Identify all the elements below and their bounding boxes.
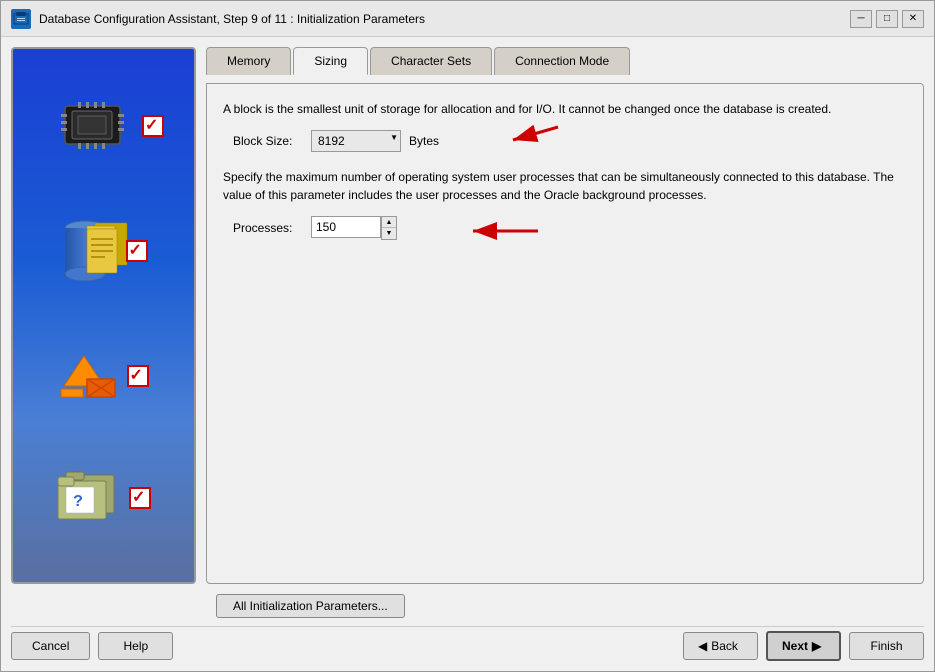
window-title: Database Configuration Assistant, Step 9… bbox=[39, 12, 842, 26]
main-window: Database Configuration Assistant, Step 9… bbox=[0, 0, 935, 672]
file-stack-icon bbox=[85, 221, 130, 284]
app-icon bbox=[11, 9, 31, 29]
tab-connection-mode[interactable]: Connection Mode bbox=[494, 47, 630, 75]
files-illustration bbox=[60, 216, 110, 286]
title-bar: Database Configuration Assistant, Step 9… bbox=[1, 1, 934, 37]
checkbox-2[interactable] bbox=[126, 240, 148, 262]
cancel-button[interactable]: Cancel bbox=[11, 632, 90, 660]
maximize-button[interactable]: □ bbox=[876, 10, 898, 28]
tab-character-sets[interactable]: Character Sets bbox=[370, 47, 492, 75]
processes-spinner: ▲ ▼ bbox=[381, 216, 397, 240]
processes-increment[interactable]: ▲ bbox=[382, 217, 396, 228]
bottom-area: All Initialization Parameters... Cancel … bbox=[1, 594, 934, 671]
all-init-params-button[interactable]: All Initialization Parameters... bbox=[216, 594, 405, 618]
next-button[interactable]: Next ▶ bbox=[766, 631, 841, 661]
block-size-row: Block Size: 8192 4096 16384 32768 Bytes bbox=[223, 130, 907, 152]
block-size-arrow bbox=[483, 122, 563, 157]
left-item-folder: ? bbox=[56, 467, 151, 530]
close-button[interactable]: ✕ bbox=[902, 10, 924, 28]
block-size-section: A block is the smallest unit of storage … bbox=[223, 100, 907, 152]
checkbox-4[interactable] bbox=[129, 487, 151, 509]
right-panel: Memory Sizing Character Sets Connection … bbox=[206, 47, 924, 584]
next-label: Next bbox=[782, 639, 808, 653]
svg-text:?: ? bbox=[73, 493, 83, 510]
left-item-chip bbox=[23, 101, 184, 151]
block-size-select-wrapper: 8192 4096 16384 32768 bbox=[311, 130, 401, 152]
processes-row: Processes: 150 ▲ ▼ bbox=[223, 216, 907, 240]
back-button[interactable]: ◀ Back bbox=[683, 632, 758, 660]
checkbox-3[interactable] bbox=[127, 365, 149, 387]
window-controls: ─ □ ✕ bbox=[850, 10, 924, 28]
folder-illustration: ? bbox=[56, 467, 121, 530]
back-chevron-icon: ◀ bbox=[698, 639, 707, 653]
processes-section: Specify the maximum number of operating … bbox=[223, 168, 907, 240]
chip-illustration bbox=[60, 101, 130, 151]
shapes-illustration bbox=[59, 351, 119, 402]
left-panel: ? bbox=[11, 47, 196, 584]
processes-description: Specify the maximum number of operating … bbox=[223, 168, 907, 204]
left-buttons: Cancel Help bbox=[11, 632, 173, 660]
next-chevron-icon: ▶ bbox=[812, 639, 821, 653]
block-size-label: Block Size: bbox=[233, 134, 303, 148]
tab-sizing[interactable]: Sizing bbox=[293, 47, 368, 75]
block-size-description: A block is the smallest unit of storage … bbox=[223, 100, 907, 118]
minimize-button[interactable]: ─ bbox=[850, 10, 872, 28]
left-item-files bbox=[60, 216, 148, 286]
processes-arrow bbox=[443, 216, 543, 246]
processes-decrement[interactable]: ▼ bbox=[382, 228, 396, 239]
init-params-container: All Initialization Parameters... bbox=[11, 594, 924, 618]
processes-label: Processes: bbox=[233, 221, 303, 235]
processes-input-group: 150 ▲ ▼ bbox=[311, 216, 397, 240]
bytes-label: Bytes bbox=[409, 134, 439, 148]
finish-button[interactable]: Finish bbox=[849, 632, 924, 660]
checkbox-1[interactable] bbox=[142, 115, 164, 137]
button-bar: Cancel Help ◀ Back Next ▶ Finish bbox=[11, 626, 924, 661]
back-label: Back bbox=[711, 639, 738, 653]
sizing-content-panel: A block is the smallest unit of storage … bbox=[206, 83, 924, 584]
help-button[interactable]: Help bbox=[98, 632, 173, 660]
main-content: ? Memory Sizing Character Sets Connectio… bbox=[1, 37, 934, 594]
processes-input[interactable]: 150 bbox=[311, 216, 381, 238]
tab-memory[interactable]: Memory bbox=[206, 47, 291, 75]
tabs-container: Memory Sizing Character Sets Connection … bbox=[206, 47, 924, 75]
left-item-shapes bbox=[59, 351, 149, 402]
right-buttons: ◀ Back Next ▶ Finish bbox=[683, 631, 924, 661]
block-size-select[interactable]: 8192 4096 16384 32768 bbox=[311, 130, 401, 152]
